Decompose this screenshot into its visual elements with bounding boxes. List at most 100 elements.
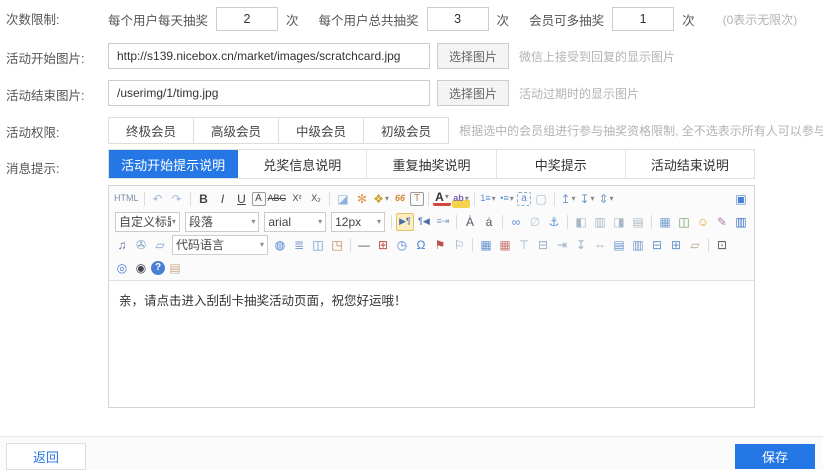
table-title-row-icon[interactable]: ⊟ — [534, 236, 552, 254]
paste-as-text-icon[interactable]: T — [410, 192, 424, 206]
image-float-right-icon[interactable]: ◨ — [610, 213, 628, 231]
baidu-map-icon[interactable]: ⚑ — [431, 236, 449, 254]
editor-content[interactable]: 亲，请点击进入刮刮卡抽奖活动页面，祝您好运哦！ — [109, 281, 754, 407]
insert-image-icon[interactable]: ▦ — [656, 213, 674, 231]
columns-icon[interactable]: ◫ — [309, 236, 327, 254]
font-size-select[interactable]: 12px▾ — [331, 212, 385, 232]
insert-video-icon[interactable]: ▥ — [732, 213, 750, 231]
tab-win-prompt[interactable]: 中奖提示 — [497, 150, 626, 178]
delete-table-icon[interactable]: ▦ — [496, 236, 514, 254]
scrawl-icon[interactable]: ✎ — [713, 213, 731, 231]
emoji-icon[interactable]: ☺ — [694, 213, 712, 231]
end-image-input[interactable] — [108, 80, 430, 106]
code-language-select[interactable]: 代码语言▾ — [172, 235, 268, 255]
template-icon[interactable]: ≣ — [290, 236, 308, 254]
tab-redeem-info[interactable]: 兑奖信息说明 — [238, 150, 367, 178]
google-map-icon[interactable]: ⚐ — [450, 236, 468, 254]
total-draw-input[interactable] — [427, 7, 489, 31]
insert-code-icon[interactable]: ◍ — [271, 236, 289, 254]
rtl-paragraph-icon[interactable]: ¶◀ — [415, 213, 433, 231]
heading-select[interactable]: 自定义标题▾ — [115, 212, 180, 232]
help-icon[interactable]: ? — [151, 261, 165, 275]
font-family-select[interactable]: arial▾ — [264, 212, 326, 232]
paragraph-select[interactable]: 段落▾ — [185, 212, 259, 232]
ltr-paragraph-icon[interactable]: ▶¶ — [396, 213, 414, 231]
member-extra-draw-input[interactable] — [612, 7, 674, 31]
anchor-icon[interactable]: a — [517, 192, 531, 206]
to-uppercase-icon[interactable]: Ȧ — [461, 213, 479, 231]
format-brush-icon[interactable]: ✻ — [353, 190, 371, 208]
blank-doc-icon[interactable]: ▢ — [532, 190, 550, 208]
delete-row-icon[interactable]: ⊟ — [648, 236, 666, 254]
table-caption-icon[interactable]: ⊤ — [515, 236, 533, 254]
daily-draw-input[interactable] — [216, 7, 278, 31]
strikethrough-icon[interactable]: ABC — [267, 190, 288, 208]
tab-repeat-draw[interactable]: 重复抽奖说明 — [367, 150, 496, 178]
back-button[interactable]: 返回 — [6, 443, 86, 470]
image-manager-icon[interactable]: ◫ — [675, 213, 693, 231]
ordered-list-icon[interactable]: 1≡▾ — [479, 190, 497, 208]
insert-date-icon[interactable]: ⊞ — [374, 236, 392, 254]
indent-icon[interactable]: ≡⇥ — [434, 213, 452, 231]
tab-activity-end[interactable]: 活动结束说明 — [626, 150, 754, 178]
paste-icon[interactable]: ▤ — [166, 259, 184, 277]
merge-cells-right-icon[interactable]: ⇥ — [553, 236, 571, 254]
member-group-button-middle[interactable]: 中级会员 — [278, 117, 364, 144]
highlight-color-icon[interactable]: ab▾ — [452, 190, 470, 208]
superscript-icon[interactable]: X² — [288, 190, 306, 208]
italic-icon[interactable]: I — [214, 190, 232, 208]
blockquote-icon[interactable]: 66 — [391, 190, 409, 208]
insert-iframe-icon[interactable]: ▱ — [151, 236, 169, 254]
split-cell-icon[interactable]: ⇔ — [591, 236, 609, 254]
print-icon[interactable]: ⊡ — [713, 236, 731, 254]
font-color-icon[interactable]: A▾ — [433, 191, 451, 206]
save-button[interactable]: 保存 — [735, 444, 815, 469]
delete-col-icon[interactable]: ⊞ — [667, 236, 685, 254]
unordered-list-icon[interactable]: •≡▾ — [498, 190, 516, 208]
snapshot-icon[interactable]: ◳ — [328, 236, 346, 254]
link-icon[interactable]: ∞ — [507, 213, 525, 231]
tab-activity-start-prompt[interactable]: 活动开始提示说明 — [109, 150, 238, 178]
search-replace-icon[interactable]: ◎ — [113, 259, 131, 277]
music-icon[interactable]: ♫ — [113, 236, 131, 254]
bordered-text-icon[interactable]: A — [252, 192, 266, 206]
member-group-button-junior[interactable]: 初级会员 — [363, 117, 449, 144]
attachment-icon[interactable]: ✇ — [132, 236, 150, 254]
underline-icon[interactable]: U — [233, 190, 251, 208]
html-source-icon[interactable]: HTML — [113, 190, 140, 208]
to-lowercase-icon[interactable]: ȧ — [480, 213, 498, 231]
undo-icon[interactable]: ↶ — [149, 190, 167, 208]
insert-row-icon[interactable]: ▤ — [610, 236, 628, 254]
preview-fullscreen-icon[interactable]: ▣ — [732, 190, 750, 208]
paragraph-space-bottom-icon[interactable]: ↧▾ — [578, 190, 596, 208]
merge-cells-down-icon[interactable]: ↧ — [572, 236, 590, 254]
member-group-button-ultimate[interactable]: 终极会员 — [108, 117, 194, 144]
anchor-insert-icon[interactable]: ⚓ — [545, 213, 563, 231]
bold-icon[interactable]: B — [195, 190, 213, 208]
start-image-input[interactable] — [108, 43, 430, 69]
insert-table-icon[interactable]: ▦ — [477, 236, 495, 254]
eraser-icon[interactable]: ◪ — [334, 190, 352, 208]
image-inline-icon[interactable]: ▥ — [591, 213, 609, 231]
horizontal-rule-icon[interactable]: — — [355, 236, 373, 254]
toolbar-separator — [651, 215, 652, 229]
editor-toolbar-row-4: ◎◉?▤ — [111, 256, 752, 279]
find-icon[interactable]: ◉ — [132, 259, 150, 277]
unlink-icon[interactable]: ∅ — [526, 213, 544, 231]
paragraph-space-top-icon[interactable]: ↥▾ — [559, 190, 577, 208]
image-float-left-icon[interactable]: ◧ — [572, 213, 590, 231]
start-image-pick-button[interactable]: 选择图片 — [437, 43, 509, 69]
line-spacing-icon[interactable]: ⇕▾ — [597, 190, 615, 208]
end-image-pick-button[interactable]: 选择图片 — [437, 80, 509, 106]
toolbar-separator — [502, 215, 503, 229]
image-block-icon[interactable]: ▤ — [629, 213, 647, 231]
special-char-icon[interactable]: Ω — [412, 236, 430, 254]
redo-icon[interactable]: ↷ — [168, 190, 186, 208]
auto-typeset-icon[interactable]: ❖▾ — [372, 190, 390, 208]
member-group-button-senior[interactable]: 高级会员 — [193, 117, 279, 144]
page-break-icon[interactable]: ▱ — [686, 236, 704, 254]
toolbar-separator — [472, 238, 473, 252]
insert-time-icon[interactable]: ◷ — [393, 236, 411, 254]
insert-col-icon[interactable]: ▥ — [629, 236, 647, 254]
subscript-icon[interactable]: X₂ — [307, 190, 325, 208]
